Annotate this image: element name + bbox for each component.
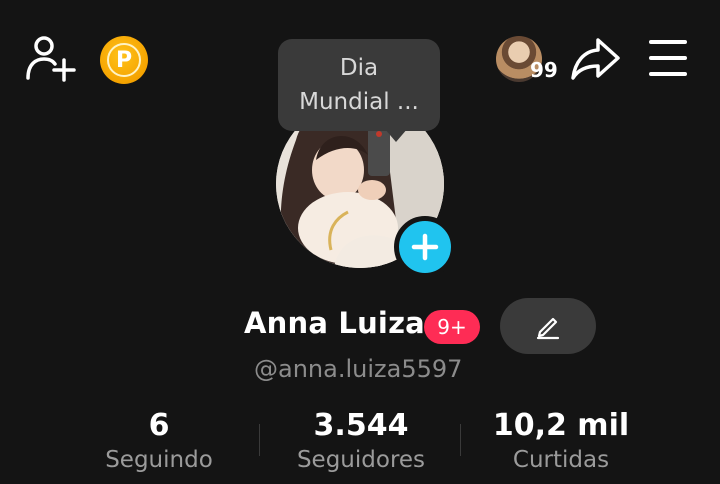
edit-profile-button[interactable] xyxy=(500,298,596,354)
stat-following[interactable]: 6 Seguindo xyxy=(90,408,228,473)
notification-badge[interactable]: 9+ xyxy=(424,310,480,344)
stat-value: 10,2 mil xyxy=(492,408,630,443)
share-icon xyxy=(571,38,620,80)
stat-likes[interactable]: 10,2 mil Curtidas xyxy=(490,408,632,473)
visitor-count: 99 xyxy=(530,58,558,82)
stat-label: Curtidas xyxy=(512,447,610,473)
add-user-icon xyxy=(26,36,76,82)
coin-button[interactable]: P xyxy=(100,36,148,84)
menu-button[interactable] xyxy=(646,40,690,76)
note-bubble-tail xyxy=(384,128,408,142)
stat-value: 6 xyxy=(148,408,170,443)
coin-letter: P xyxy=(115,47,133,73)
add-story-button[interactable] xyxy=(394,216,456,278)
stat-divider xyxy=(460,424,461,456)
profile-name: Anna Luiza xyxy=(244,306,425,340)
plus-icon xyxy=(411,233,439,261)
stat-label: Seguindo xyxy=(105,447,213,473)
note-line-1: Dia xyxy=(339,55,379,81)
add-friend-button[interactable] xyxy=(24,34,78,84)
stat-followers[interactable]: 3.544 Seguidores xyxy=(286,408,436,473)
stat-value: 3.544 xyxy=(313,408,409,443)
note-line-2: Mundial ... xyxy=(299,89,419,115)
note-bubble[interactable]: Dia Mundial ... xyxy=(278,39,440,131)
profile-handle: @anna.luiza5597 xyxy=(254,355,463,383)
edit-pencil-icon xyxy=(536,317,560,340)
coin-icon: P xyxy=(107,43,141,77)
menu-icon-bar xyxy=(649,72,687,76)
stat-label: Seguidores xyxy=(296,447,426,473)
share-button[interactable] xyxy=(570,34,622,84)
menu-icon-bar xyxy=(649,40,687,44)
menu-icon-bar xyxy=(649,56,687,60)
stat-divider xyxy=(259,424,260,456)
